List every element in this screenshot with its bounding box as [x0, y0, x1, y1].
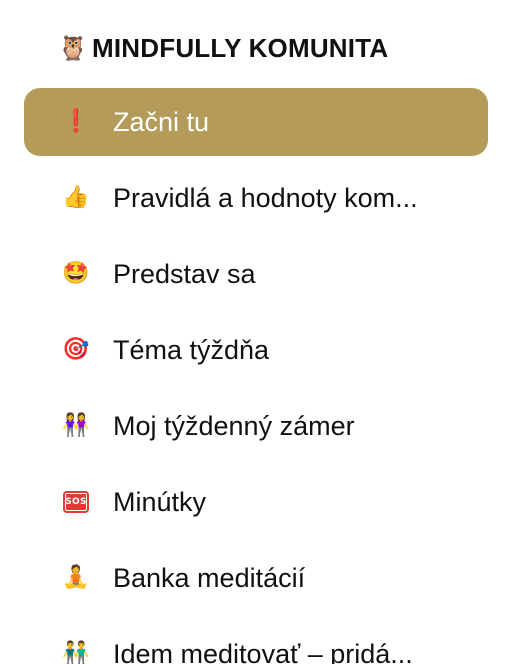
exclamation-icon: ❗ [62, 109, 90, 134]
nav-item-predstav-sa[interactable]: 🤩 Predstav sa [24, 240, 488, 308]
two-women-icon: 👭 [62, 413, 90, 438]
nav-item-label: Minútky [113, 486, 207, 517]
nav-item-pravidla[interactable]: 👍 Pravidlá a hodnoty kom... [24, 164, 488, 232]
nav-item-tyzdenny-zamer[interactable]: 👭 Moj týždenný zámer [24, 392, 488, 460]
sos-icon: SOS [62, 488, 90, 516]
thumbs-up-icon: 👍 [62, 185, 90, 210]
community-title: MINDFULLY KOMUNITA [92, 32, 389, 63]
nav-item-label: Moj týždenný zámer [113, 410, 355, 441]
nav-item-label: Predstav sa [113, 258, 256, 289]
meditation-icon: 🧘 [62, 565, 90, 590]
nav-item-label: Téma týždňa [113, 334, 270, 365]
nav-item-idem-meditovat[interactable]: 👬 Idem meditovať – pridá... [24, 620, 488, 664]
star-struck-icon: 🤩 [62, 261, 90, 286]
nav-item-label: Začni tu [113, 106, 210, 137]
nav-item-minutky[interactable]: SOS Minútky [24, 468, 488, 536]
community-header: 🦉 MINDFULLY KOMUNITA [58, 28, 388, 68]
nav-item-tema-tyzdna[interactable]: 🎯 Téma týždňa [24, 316, 488, 384]
nav-item-label: Idem meditovať – pridá... [113, 638, 413, 664]
owl-icon: 🦉 [58, 34, 88, 62]
target-icon: 🎯 [62, 337, 90, 362]
two-men-icon: 👬 [62, 641, 90, 664]
channel-list: ❗ Začni tu 👍 Pravidlá a hodnoty kom... 🤩… [24, 88, 488, 664]
nav-item-label: Banka meditácií [113, 562, 306, 593]
nav-item-label: Pravidlá a hodnoty kom... [113, 182, 418, 213]
nav-item-banka-meditacii[interactable]: 🧘 Banka meditácií [24, 544, 488, 612]
nav-item-zacni-tu[interactable]: ❗ Začni tu [24, 88, 488, 156]
sos-badge: SOS [63, 491, 89, 513]
